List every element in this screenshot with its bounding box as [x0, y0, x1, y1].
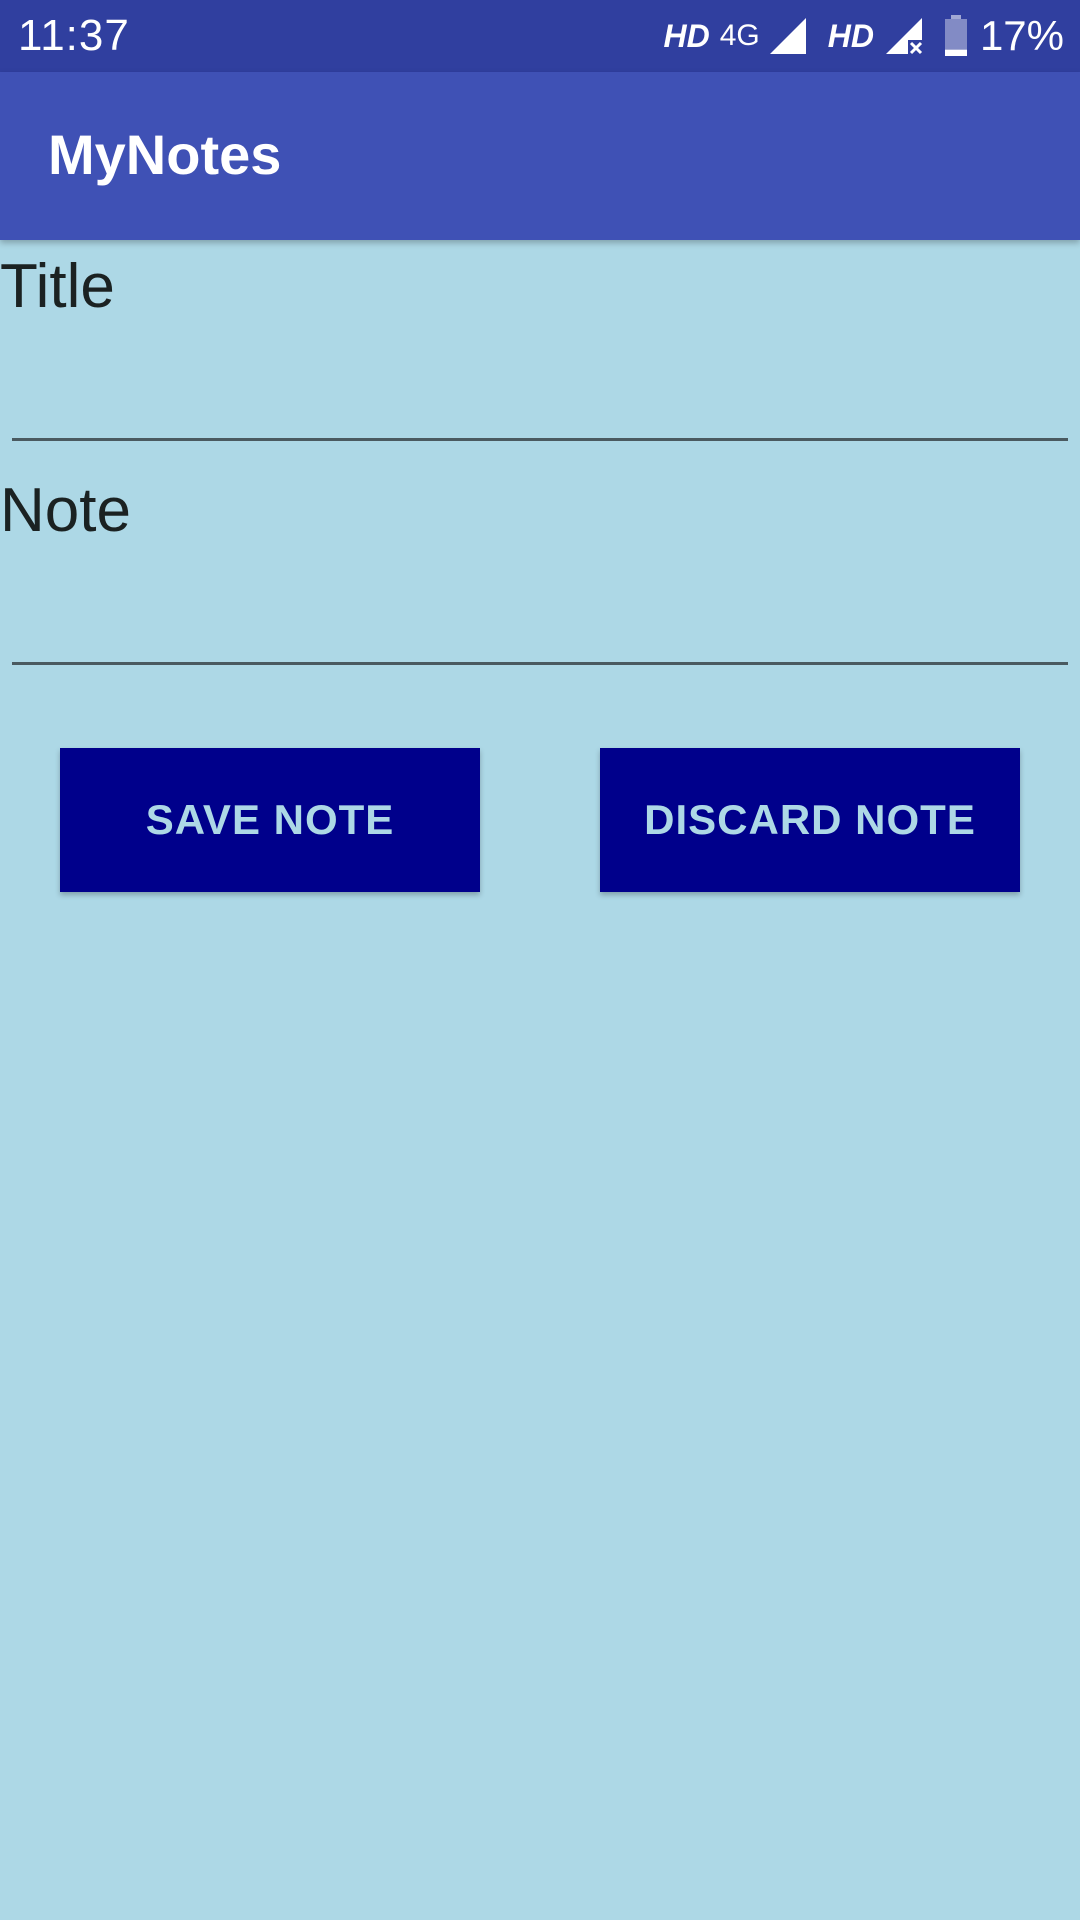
signal-no-data-icon [885, 18, 922, 55]
app-bar: MyNotes [0, 72, 1080, 240]
hd-badge-secondary: HD [827, 17, 874, 54]
title-label: Title [0, 252, 115, 321]
battery-icon [944, 15, 967, 56]
title-input[interactable] [12, 378, 1068, 441]
status-bar: 11:37 HD 4G HD 17% [0, 0, 1080, 72]
status-icons: HD 4G HD 17% [663, 10, 1064, 62]
note-input[interactable] [12, 602, 1068, 665]
battery-percentage: 17% [979, 12, 1064, 59]
network-type: 4G [719, 19, 760, 52]
save-note-button[interactable]: SAVE NOTE [60, 748, 480, 892]
app-title: MyNotes [48, 123, 282, 186]
status-time: 11:37 [18, 11, 130, 60]
discard-note-button[interactable]: DISCARD NOTE [600, 748, 1020, 892]
signal-icon [769, 18, 806, 54]
hd-badge: HD [663, 17, 710, 54]
note-label: Note [0, 476, 131, 545]
